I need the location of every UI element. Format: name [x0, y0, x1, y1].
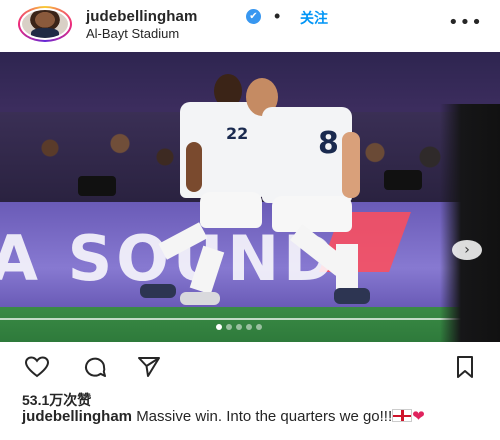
- share-icon: [138, 357, 160, 377]
- bookmark-icon: [457, 356, 473, 378]
- username-link[interactable]: judebellingham: [86, 8, 197, 25]
- comment-button[interactable]: [80, 356, 110, 378]
- comment-icon: [85, 357, 106, 377]
- heart-icon: [24, 356, 50, 378]
- next-image-button[interactable]: ›: [452, 240, 482, 260]
- post-image[interactable]: A SOUND 22 8 ›: [0, 52, 500, 342]
- edge-player-silhouette: [440, 104, 500, 342]
- pitch-line: [0, 318, 500, 320]
- pager-dot: [216, 324, 222, 330]
- camera-shape: [384, 170, 422, 190]
- story-ring[interactable]: [18, 6, 72, 42]
- follow-button[interactable]: 关注: [300, 8, 328, 28]
- caption-text: Massive win. Into the quarters we go!!!: [136, 408, 393, 425]
- pager-dot: [226, 324, 232, 330]
- england-flag-icon: [392, 409, 413, 422]
- pager-dot: [236, 324, 242, 330]
- like-button[interactable]: [22, 356, 52, 378]
- caption-username[interactable]: judebellingham: [22, 408, 132, 425]
- more-options-icon[interactable]: •••: [448, 12, 483, 33]
- post-caption: judebellingham Massive win. Into the qua…: [22, 407, 482, 426]
- red-heart-icon: ❤: [412, 407, 425, 425]
- like-count[interactable]: 53.1万次赞: [22, 390, 91, 410]
- post-header: judebellingham ✔ • 关注 Al-Bayt Stadium ••…: [0, 0, 500, 52]
- save-button[interactable]: [450, 356, 480, 378]
- share-button[interactable]: [134, 356, 164, 378]
- pager-dot: [256, 324, 262, 330]
- separator-dot: •: [274, 6, 281, 26]
- camera-shape: [78, 176, 116, 196]
- location-link[interactable]: Al-Bayt Stadium: [86, 26, 179, 41]
- avatar[interactable]: [22, 10, 68, 38]
- verified-icon: ✔: [246, 9, 261, 24]
- action-bar: [0, 350, 500, 384]
- pager-dot: [246, 324, 252, 330]
- shirt-number: 8: [318, 126, 339, 161]
- shirt-number: 22: [226, 124, 249, 143]
- carousel-pager: [216, 324, 262, 330]
